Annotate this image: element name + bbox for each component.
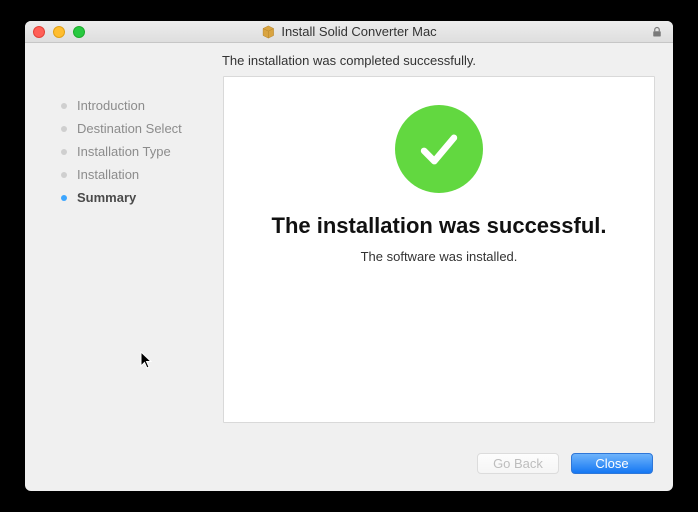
step-destination-select: Destination Select: [61, 117, 215, 140]
footer: Go Back Close: [25, 435, 673, 491]
maximize-window-button[interactable]: [73, 26, 85, 38]
window-title: Install Solid Converter Mac: [281, 24, 436, 39]
step-label: Summary: [77, 190, 136, 205]
step-dot-icon: [61, 126, 67, 132]
step-label: Installation Type: [77, 144, 171, 159]
window-title-area: Install Solid Converter Mac: [261, 24, 436, 39]
step-installation: Installation: [61, 163, 215, 186]
installer-window: Install Solid Converter Mac The installa…: [25, 21, 673, 491]
step-label: Introduction: [77, 98, 145, 113]
step-dot-icon: [61, 149, 67, 155]
success-heading: The installation was successful.: [272, 213, 607, 239]
close-button[interactable]: Close: [571, 453, 653, 474]
package-icon: [261, 25, 275, 39]
go-back-button: Go Back: [477, 453, 559, 474]
step-dot-icon: [61, 195, 67, 201]
step-label: Installation: [77, 167, 139, 182]
page-subtitle: The installation was completed successfu…: [25, 43, 673, 76]
step-dot-icon: [61, 103, 67, 109]
minimize-window-button[interactable]: [53, 26, 65, 38]
titlebar: Install Solid Converter Mac: [25, 21, 673, 43]
success-subtext: The software was installed.: [361, 249, 518, 264]
content-area: Introduction Destination Select Installa…: [25, 76, 673, 435]
step-introduction: Introduction: [61, 94, 215, 117]
step-summary: Summary: [61, 186, 215, 209]
step-installation-type: Installation Type: [61, 140, 215, 163]
step-label: Destination Select: [77, 121, 182, 136]
close-window-button[interactable]: [33, 26, 45, 38]
steps-sidebar: Introduction Destination Select Installa…: [43, 76, 223, 435]
success-check-icon: [395, 105, 483, 193]
main-panel: The installation was successful. The sof…: [223, 76, 655, 423]
step-dot-icon: [61, 172, 67, 178]
lock-icon[interactable]: [651, 25, 665, 39]
traffic-lights: [33, 26, 85, 38]
